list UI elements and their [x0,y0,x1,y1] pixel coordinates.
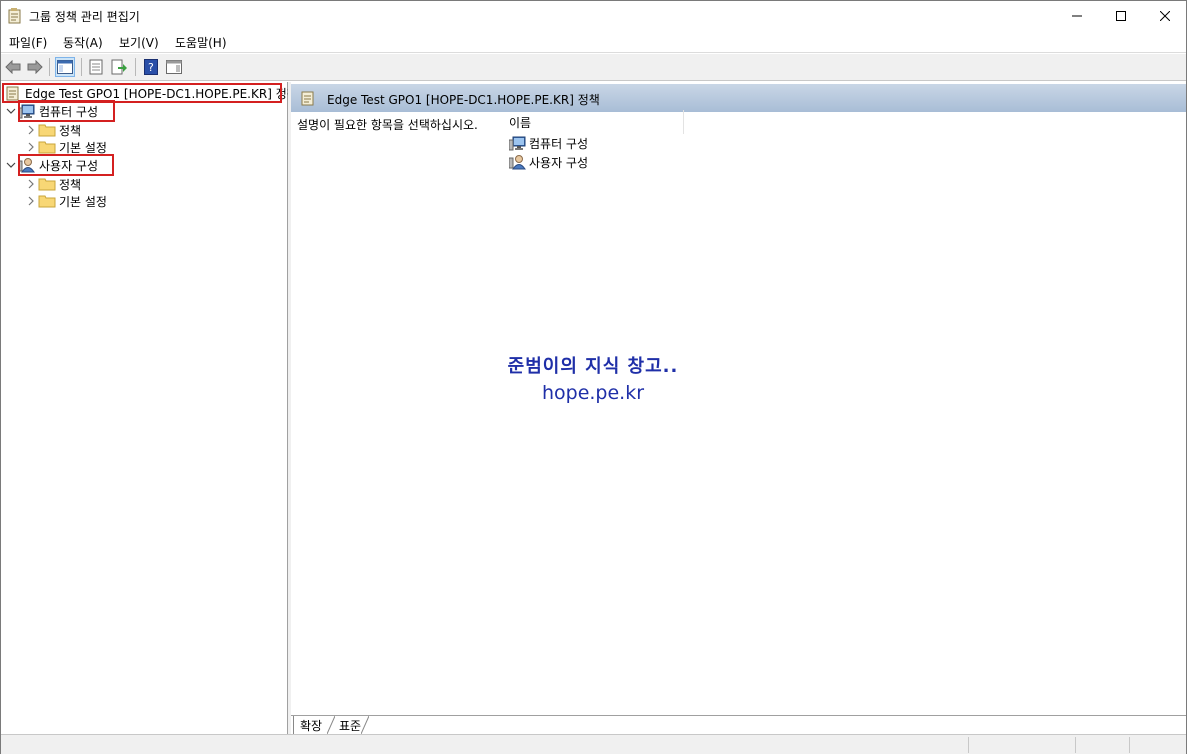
list-item-label: 사용자 구성 [529,155,589,170]
tree-node-label: 기본 설정 [59,194,107,209]
svg-text:?: ? [148,61,154,74]
column-divider[interactable] [683,110,684,134]
tree-node-user-preferences[interactable]: 기본 설정 [24,192,107,210]
tree-node-computer-policy[interactable]: 정책 [24,121,81,139]
chevron-down-icon[interactable] [4,158,18,172]
folder-icon [38,139,56,155]
tree-node-user-policy[interactable]: 정책 [24,175,81,193]
menu-action[interactable]: 동작(A) [63,34,103,51]
details-header: Edge Test GPO1 [HOPE-DC1.HOPE.PE.KR] 정책 [291,84,1186,112]
menu-view[interactable]: 보기(V) [119,34,159,51]
chevron-right-icon[interactable] [24,194,38,208]
menu-bar: 파일(F) 동작(A) 보기(V) 도움말(H) [1,31,1186,53]
chevron-down-icon[interactable] [4,104,18,118]
watermark-line1: 준범이의 지식 창고.. [507,356,679,377]
tree-node-label: 정책 [59,177,82,192]
chevron-right-icon[interactable] [24,140,38,154]
show-hide-console-tree-icon[interactable] [55,57,75,77]
folder-icon [38,193,56,209]
view-tabs: 확장 표준 [291,715,1186,734]
toolbar: ? [1,54,1186,81]
folder-icon [38,122,56,138]
properties-icon[interactable] [86,57,106,77]
watermark-line2: hope.pe.kr [541,382,645,404]
tree-node-label: 정책 [59,123,82,138]
highlight-box-user-config [18,154,114,176]
tab-extended[interactable]: 확장 [293,716,328,734]
title-bar: 그룹 정책 관리 편집기 [1,1,1186,31]
computer-icon [509,135,527,151]
status-bar [1,734,1186,754]
minimize-button[interactable] [1054,1,1100,31]
list-item-computer-config[interactable]: 컴퓨터 구성 [509,134,588,152]
export-list-icon[interactable] [109,57,129,77]
back-arrow-icon[interactable] [3,57,23,77]
highlight-box-computer-config [18,100,115,122]
list-item-user-config[interactable]: 사용자 구성 [509,153,588,171]
tree-node-label: 기본 설정 [59,140,107,155]
chevron-right-icon[interactable] [24,123,38,137]
maximize-button[interactable] [1098,1,1144,31]
console-tree: Edge Test GPO1 [HOPE-DC1.HOPE.PE.KR] 정책 … [1,82,298,734]
tab-divider [361,716,369,734]
list-item-label: 컴퓨터 구성 [529,136,589,151]
window-title: 그룹 정책 관리 편집기 [29,10,140,24]
app-window: 그룹 정책 관리 편집기 파일(F) 동작(A) 보기(V) 도움말(H) ? … [0,0,1187,754]
user-icon [509,154,527,170]
details-pane: Edge Test GPO1 [HOPE-DC1.HOPE.PE.KR] 정책 … [291,82,1186,734]
close-button[interactable] [1142,1,1187,31]
gpo-editor-icon [8,8,22,24]
policy-document-icon [301,90,315,109]
help-icon[interactable]: ? [141,57,161,77]
description-text: 설명이 필요한 항목을 선택하십시오. [297,118,478,132]
watermark: 준범이의 지식 창고.. hope.pe.kr [503,352,683,404]
menu-file[interactable]: 파일(F) [9,34,47,51]
details-header-title: Edge Test GPO1 [HOPE-DC1.HOPE.PE.KR] 정책 [327,93,600,107]
chevron-right-icon[interactable] [24,177,38,191]
column-header-name[interactable]: 이름 [509,114,531,131]
forward-arrow-icon[interactable] [25,57,45,77]
show-action-pane-icon[interactable] [164,57,184,77]
folder-icon [38,176,56,192]
menu-help[interactable]: 도움말(H) [175,34,227,51]
